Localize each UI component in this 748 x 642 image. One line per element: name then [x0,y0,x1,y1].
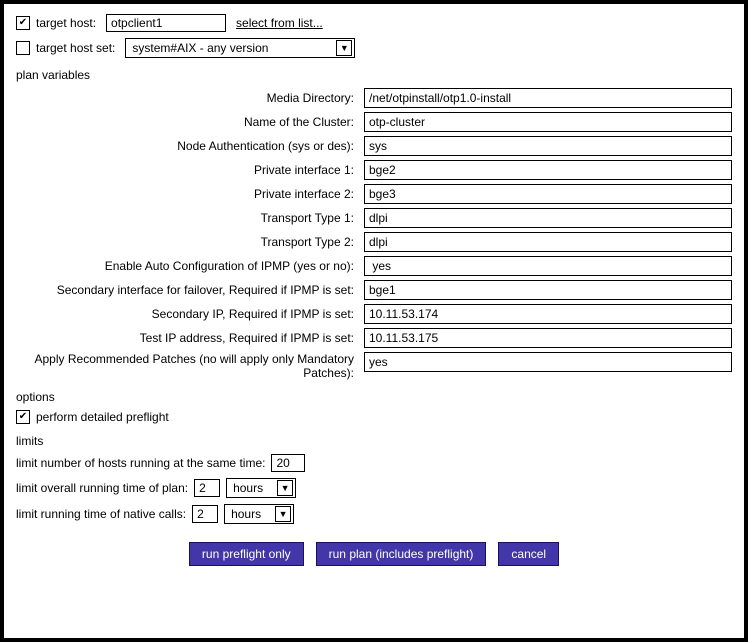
limit-native-unit-select[interactable]: hours ▼ [224,504,294,524]
var-label: Transport Type 2: [16,232,360,252]
chevron-down-icon: ▼ [275,506,291,522]
limit-native-input[interactable] [192,505,218,523]
limit-hosts-row: limit number of hosts running at the sam… [16,454,732,472]
var-label: Private interface 1: [16,160,360,180]
chevron-down-icon: ▼ [277,480,293,496]
secondary-interface-input[interactable] [364,280,732,300]
var-label: Enable Auto Configuration of IPMP (yes o… [16,256,360,276]
options-heading: options [16,390,732,404]
limit-overall-unit-select[interactable]: hours ▼ [226,478,296,498]
limit-hosts-input[interactable] [271,454,305,472]
limit-overall-input[interactable] [194,479,220,497]
media-directory-input[interactable] [364,88,732,108]
apply-patches-input[interactable] [364,352,732,372]
limit-native-unit-value: hours [231,507,261,521]
run-plan-button[interactable]: run plan (includes preflight) [316,542,487,566]
target-host-set-select[interactable]: system#AIX - any version ▼ [125,38,355,58]
var-label: Secondary interface for failover, Requir… [16,280,360,300]
preflight-option-row: ✔ perform detailed preflight [16,410,732,424]
transport-type-2-input[interactable] [364,232,732,252]
transport-type-1-input[interactable] [364,208,732,228]
check-icon: ✔ [19,18,27,28]
var-label: Name of the Cluster: [16,112,360,132]
node-auth-input[interactable] [364,136,732,156]
limit-native-label: limit running time of native calls: [16,507,186,521]
limit-overall-row: limit overall running time of plan: hour… [16,478,732,498]
plan-run-form: ✔ target host: select from list... targe… [0,0,748,642]
target-host-label: target host: [36,16,96,30]
check-icon: ✔ [19,412,27,422]
limit-hosts-label: limit number of hosts running at the sam… [16,456,265,470]
limit-overall-label: limit overall running time of plan: [16,481,188,495]
private-interface-2-input[interactable] [364,184,732,204]
target-host-row: ✔ target host: select from list... [16,14,732,32]
target-host-checkbox[interactable]: ✔ [16,16,30,30]
preflight-label: perform detailed preflight [36,410,169,424]
var-label: Apply Recommended Patches (no will apply… [16,352,360,380]
target-host-set-value: system#AIX - any version [132,41,268,55]
limit-overall-unit-value: hours [233,481,263,495]
target-host-set-label: target host set: [36,41,115,55]
var-label: Test IP address, Required if IPMP is set… [16,328,360,348]
var-label: Node Authentication (sys or des): [16,136,360,156]
var-label: Media Directory: [16,88,360,108]
limits-heading: limits [16,434,732,448]
secondary-ip-input[interactable] [364,304,732,324]
cluster-name-input[interactable] [364,112,732,132]
limit-native-row: limit running time of native calls: hour… [16,504,732,524]
var-label: Private interface 2: [16,184,360,204]
plan-variables-heading: plan variables [16,68,732,82]
var-label: Secondary IP, Required if IPMP is set: [16,304,360,324]
target-host-input[interactable] [106,14,226,32]
cancel-button[interactable]: cancel [498,542,559,566]
run-preflight-button[interactable]: run preflight only [189,542,304,566]
var-label: Transport Type 1: [16,208,360,228]
chevron-down-icon: ▼ [336,40,352,56]
action-button-row: run preflight only run plan (includes pr… [16,542,732,566]
test-ip-input[interactable] [364,328,732,348]
preflight-checkbox[interactable]: ✔ [16,410,30,424]
plan-variables-grid: Media Directory: Name of the Cluster: No… [16,88,732,380]
ipmp-auto-config-input[interactable] [364,256,732,276]
select-from-list-link[interactable]: select from list... [236,16,323,30]
private-interface-1-input[interactable] [364,160,732,180]
target-host-set-row: target host set: system#AIX - any versio… [16,38,732,58]
target-host-set-checkbox[interactable] [16,41,30,55]
